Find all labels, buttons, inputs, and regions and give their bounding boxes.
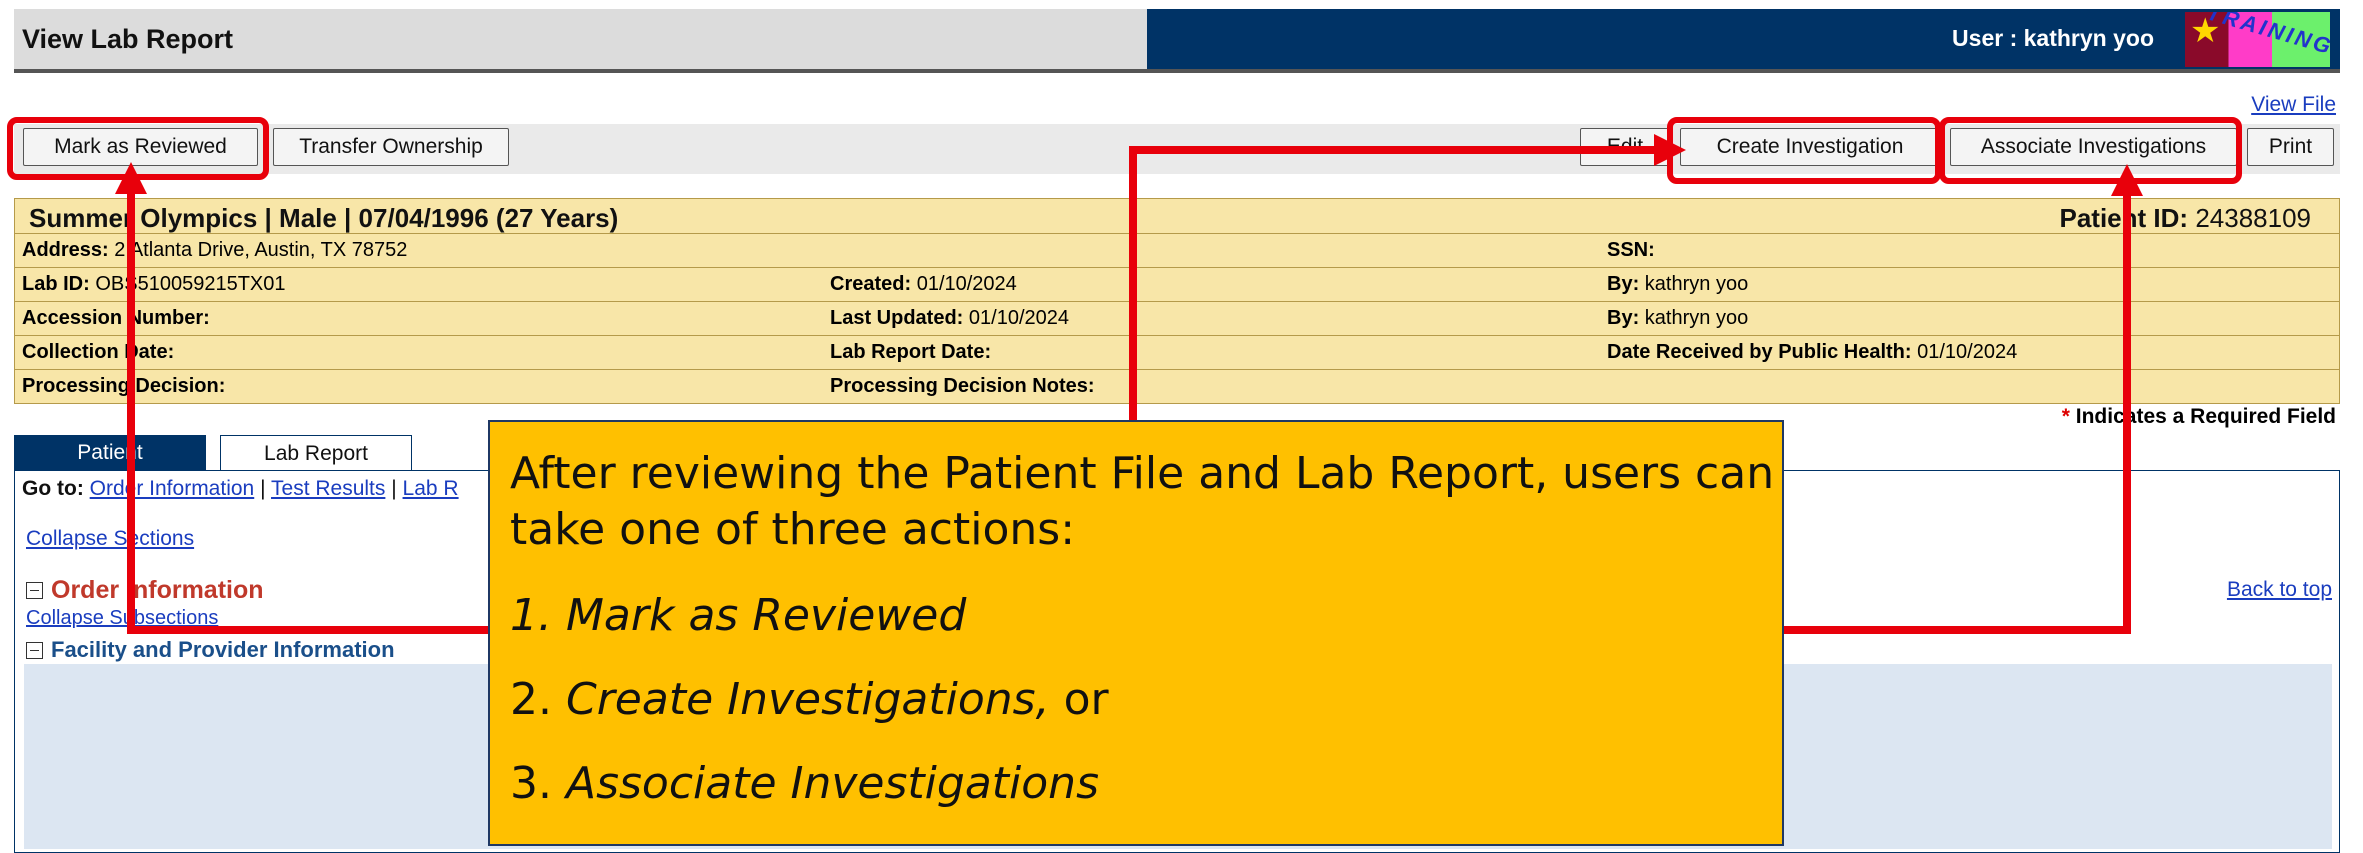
facility-provider-title: Facility and Provider Information (51, 637, 395, 662)
lab-report-date-field: Lab Report Date: (830, 341, 992, 363)
collapse-sections-link[interactable]: Collapse Sections (26, 527, 194, 551)
info-row-lab-id: Lab ID: OBS510059215TX01 Created: 01/10/… (14, 268, 2340, 302)
created-by-field: By: kathryn yoo (1607, 273, 1749, 295)
facility-provider-header[interactable]: Facility and Provider Information (26, 637, 395, 663)
order-information-header[interactable]: Order Information (26, 576, 264, 605)
print-button[interactable]: Print (2247, 128, 2334, 166)
title-bar: View Lab Report User : kathryn yoo ★ TRA… (14, 9, 2340, 73)
tab-lab-report[interactable]: Lab Report (220, 435, 412, 471)
goto-label: Go to: (22, 477, 84, 500)
training-logo-text: TRAINING (2204, 12, 2330, 60)
order-information-title: Order Information (51, 576, 264, 604)
title-right-panel: User : kathryn yoo ★ TRAINING (1147, 9, 2340, 69)
instruction-callout: After reviewing the Patient File and Lab… (488, 420, 1784, 846)
processing-notes-field: Processing Decision Notes: (830, 375, 1095, 397)
lab-id-field: Lab ID: OBS510059215TX01 (22, 273, 286, 295)
patient-id: Patient ID: 24388109 (2060, 203, 2312, 234)
callout-line-1: After reviewing the Patient File and Lab… (510, 448, 1775, 499)
callout-line-2: take one of three actions: (510, 504, 1076, 555)
address-field: Address: 2 Atlanta Drive, Austin, TX 787… (22, 239, 408, 261)
patient-info-panel: Summer Olympics | Male | 07/04/1996 (27 … (14, 198, 2340, 404)
collection-date-field: Collection Date: (22, 341, 175, 363)
patient-summary: Summer Olympics | Male | 07/04/1996 (27 … (29, 203, 619, 233)
last-updated-field: Last Updated: 01/10/2024 (830, 307, 1070, 329)
back-to-top-link[interactable]: Back to top (2227, 578, 2332, 602)
processing-decision-field: Processing Decision: (22, 375, 226, 397)
transfer-ownership-button[interactable]: Transfer Ownership (273, 128, 509, 166)
view-file-link[interactable]: View File (2251, 93, 2336, 117)
title-left-panel: View Lab Report (14, 9, 1147, 69)
mark-reviewed-highlight (7, 117, 269, 180)
ssn-field: SSN: (1607, 239, 1655, 261)
callout-item-2: 2. Create Investigations, or (510, 674, 1109, 725)
info-row-address: Address: 2 Atlanta Drive, Austin, TX 787… (14, 234, 2340, 268)
info-row-accession: Accession Number: Last Updated: 01/10/20… (14, 302, 2340, 336)
accession-number-field: Accession Number: (22, 307, 210, 329)
goto-lab-report-link[interactable]: Lab R (403, 477, 459, 500)
patient-id-label: Patient ID: (2059, 203, 2189, 233)
collapse-minus-icon[interactable] (26, 582, 43, 599)
goto-order-information-link[interactable]: Order Information (90, 477, 255, 500)
associate-investigations-highlight (1939, 117, 2242, 184)
goto-nav: Go to: Order Information | Test Results … (22, 477, 459, 500)
collapse-minus-icon[interactable] (26, 641, 43, 659)
edit-button[interactable]: Edit (1580, 128, 1670, 166)
tab-patient[interactable]: Patient (14, 435, 206, 471)
training-logo: ★ TRAINING (2185, 12, 2330, 67)
goto-test-results-link[interactable]: Test Results (271, 477, 385, 500)
patient-id-value: 24388109 (2195, 203, 2311, 233)
patient-summary-row: Summer Olympics | Male | 07/04/1996 (27 … (14, 198, 2340, 234)
created-field: Created: 01/10/2024 (830, 273, 1017, 295)
info-row-processing: Processing Decision: Processing Decision… (14, 370, 2340, 404)
create-investigation-highlight (1667, 117, 1941, 184)
collapse-subsections-link[interactable]: Collapse Subsections (26, 607, 218, 630)
info-row-collection: Collection Date: Lab Report Date: Date R… (14, 336, 2340, 370)
callout-item-3: 3. Associate Investigations (510, 758, 1099, 809)
user-label: User : kathryn yoo (1952, 25, 2154, 51)
callout-item-1: 1. Mark as Reviewed (510, 590, 967, 641)
date-received-field: Date Received by Public Health: 01/10/20… (1607, 341, 2018, 363)
page-title: View Lab Report (22, 24, 234, 54)
required-field-note: * Indicates a Required Field (2061, 405, 2336, 428)
updated-by-field: By: kathryn yoo (1607, 307, 1749, 329)
